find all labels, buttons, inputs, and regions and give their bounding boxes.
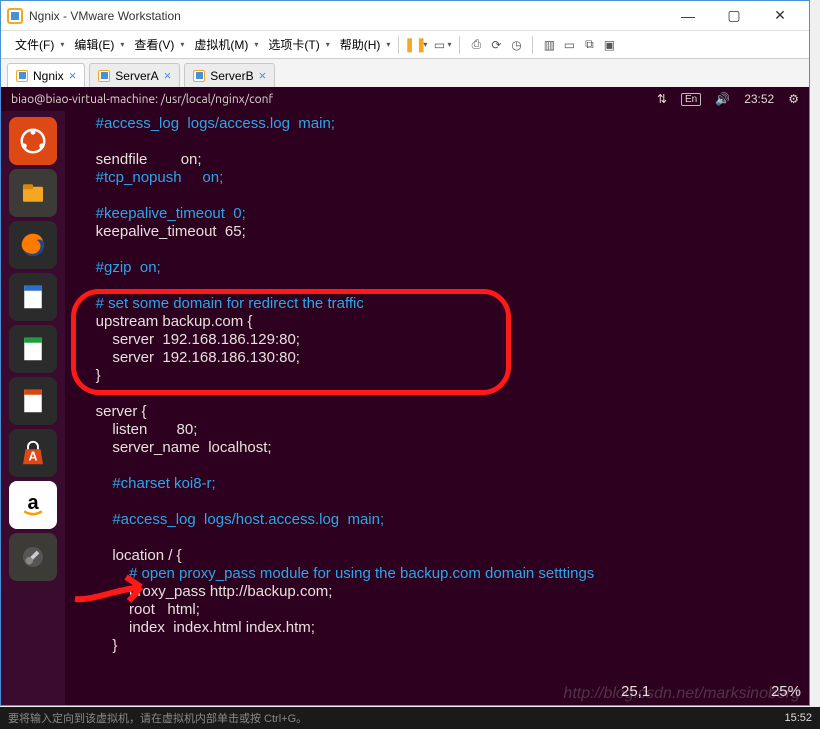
code-line: # set some domain for redirect the traff… bbox=[79, 295, 801, 313]
code-line: #access_log logs/access.log main; bbox=[79, 115, 801, 133]
code-line bbox=[79, 493, 801, 511]
code-line: server_name localhost; bbox=[79, 439, 801, 457]
code-line: server 192.168.186.129:80; bbox=[79, 331, 801, 349]
maximize-button[interactable]: ▢ bbox=[711, 1, 757, 31]
thumbnail-icon[interactable]: ▥ bbox=[541, 37, 557, 53]
code-line: keepalive_timeout 65; bbox=[79, 223, 801, 241]
code-line: upstream backup.com { bbox=[79, 313, 801, 331]
window-title: Ngnix - VMware Workstation bbox=[29, 9, 181, 23]
menu-help[interactable]: 帮助(H) bbox=[334, 33, 387, 56]
ubuntu-topbar: biao@biao-virtual-machine: /usr/local/ng… bbox=[1, 87, 809, 111]
gear-icon[interactable]: ⚙ bbox=[788, 92, 799, 106]
code-line: } bbox=[79, 637, 801, 655]
editor-content: #access_log logs/access.log main; sendfi… bbox=[79, 115, 801, 655]
code-line: #gzip on; bbox=[79, 259, 801, 277]
terminal[interactable]: #access_log logs/access.log main; sendfi… bbox=[65, 111, 809, 705]
vm-icon bbox=[98, 70, 110, 82]
unity-launcher: A a >_ bbox=[1, 111, 65, 705]
svg-text:a: a bbox=[27, 492, 39, 514]
menu-file[interactable]: 文件(F) bbox=[9, 33, 60, 56]
separator bbox=[459, 36, 460, 54]
focus-hint: 要将输入定向到该虚拟机，请在虚拟机内部单击或按 Ctrl+G。 bbox=[8, 710, 307, 726]
tab-label: ServerB bbox=[210, 69, 253, 83]
separator bbox=[532, 36, 533, 54]
firefox-icon[interactable] bbox=[9, 221, 57, 269]
cursor-position: 25,1 bbox=[621, 683, 741, 701]
code-line bbox=[79, 241, 801, 259]
code-line bbox=[79, 457, 801, 475]
separator bbox=[398, 36, 399, 54]
code-line: sendfile on; bbox=[79, 151, 801, 169]
code-line: server { bbox=[79, 403, 801, 421]
code-line bbox=[79, 529, 801, 547]
menubar: 文件(F)▾ 编辑(E)▾ 查看(V)▾ 虚拟机(M)▾ 选项卡(T)▾ 帮助(… bbox=[1, 31, 809, 59]
close-button[interactable]: ✕ bbox=[757, 1, 803, 31]
tab-serverb[interactable]: ServerB × bbox=[184, 63, 275, 87]
guest-display[interactable]: biao@biao-virtual-machine: /usr/local/ng… bbox=[1, 87, 809, 705]
code-line bbox=[79, 187, 801, 205]
host-clock: 15:52 bbox=[784, 712, 812, 724]
menu-view[interactable]: 查看(V) bbox=[128, 33, 180, 56]
manage-icon[interactable]: ◷ bbox=[508, 37, 524, 53]
menu-tabs[interactable]: 选项卡(T) bbox=[262, 33, 325, 56]
clock[interactable]: 23:52 bbox=[744, 92, 774, 106]
revert-icon[interactable]: ⟳ bbox=[488, 37, 504, 53]
host-taskbar: 要将输入定向到该虚拟机，请在虚拟机内部单击或按 Ctrl+G。 15:52 bbox=[0, 707, 820, 729]
software-center-icon[interactable]: A bbox=[9, 429, 57, 477]
code-line: listen 80; bbox=[79, 421, 801, 439]
code-line: location / { bbox=[79, 547, 801, 565]
menu-vm[interactable]: 虚拟机(M) bbox=[188, 33, 254, 56]
vmware-window: Ngnix - VMware Workstation — ▢ ✕ 文件(F)▾ … bbox=[0, 0, 810, 706]
snapshot-icon[interactable]: ⎙ bbox=[468, 37, 484, 53]
dash-icon[interactable] bbox=[9, 117, 57, 165]
window-path: biao@biao-virtual-machine: /usr/local/ng… bbox=[11, 93, 273, 106]
app-icon bbox=[7, 8, 23, 24]
impress-icon[interactable] bbox=[9, 377, 57, 425]
code-line bbox=[79, 277, 801, 295]
code-line: proxy_pass http://backup.com; bbox=[79, 583, 801, 601]
close-icon[interactable]: × bbox=[69, 68, 77, 83]
menu-edit[interactable]: 编辑(E) bbox=[68, 33, 120, 56]
restart-icon[interactable]: ▭ bbox=[431, 37, 447, 53]
code-line: index index.html index.htm; bbox=[79, 619, 801, 637]
tab-label: Ngnix bbox=[33, 69, 64, 83]
window-controls: — ▢ ✕ bbox=[665, 1, 803, 31]
calc-icon[interactable] bbox=[9, 325, 57, 373]
vm-tabbar: Ngnix × ServerA × ServerB × bbox=[1, 59, 809, 87]
tab-label: ServerA bbox=[115, 69, 158, 83]
lang-indicator[interactable]: En bbox=[681, 93, 701, 106]
code-line: #keepalive_timeout 0; bbox=[79, 205, 801, 223]
volume-icon[interactable]: 🔊 bbox=[715, 92, 730, 106]
close-icon[interactable]: × bbox=[259, 68, 267, 83]
tab-servera[interactable]: ServerA × bbox=[89, 63, 180, 87]
minimize-button[interactable]: — bbox=[665, 1, 711, 31]
code-line: } bbox=[79, 367, 801, 385]
tab-nginx[interactable]: Ngnix × bbox=[7, 63, 85, 87]
code-line: server 192.168.186.130:80; bbox=[79, 349, 801, 367]
code-line: #access_log logs/host.access.log main; bbox=[79, 511, 801, 529]
code-line: #charset koi8-r; bbox=[79, 475, 801, 493]
code-line bbox=[79, 385, 801, 403]
vm-icon bbox=[16, 70, 28, 82]
writer-icon[interactable] bbox=[9, 273, 57, 321]
close-icon[interactable]: × bbox=[164, 68, 172, 83]
pause-icon[interactable]: ❚❚ bbox=[407, 37, 423, 53]
unity-icon[interactable]: ⧉ bbox=[581, 37, 597, 53]
titlebar: Ngnix - VMware Workstation — ▢ ✕ bbox=[1, 1, 809, 31]
network-icon[interactable]: ⇅ bbox=[657, 92, 667, 106]
vim-statusline: 25,1 25% bbox=[79, 683, 801, 701]
settings-icon[interactable] bbox=[9, 533, 57, 581]
svg-text:A: A bbox=[28, 450, 37, 464]
multi-monitor-icon[interactable]: ▭ bbox=[561, 37, 577, 53]
code-line: #tcp_nopush on; bbox=[79, 169, 801, 187]
code-line: # open proxy_pass module for using the b… bbox=[79, 565, 801, 583]
scroll-percent: 25% bbox=[741, 683, 801, 701]
files-icon[interactable] bbox=[9, 169, 57, 217]
amazon-icon[interactable]: a bbox=[9, 481, 57, 529]
code-line: root html; bbox=[79, 601, 801, 619]
vm-icon bbox=[193, 70, 205, 82]
code-line bbox=[79, 133, 801, 151]
fullscreen-icon[interactable]: ▣ bbox=[601, 37, 617, 53]
